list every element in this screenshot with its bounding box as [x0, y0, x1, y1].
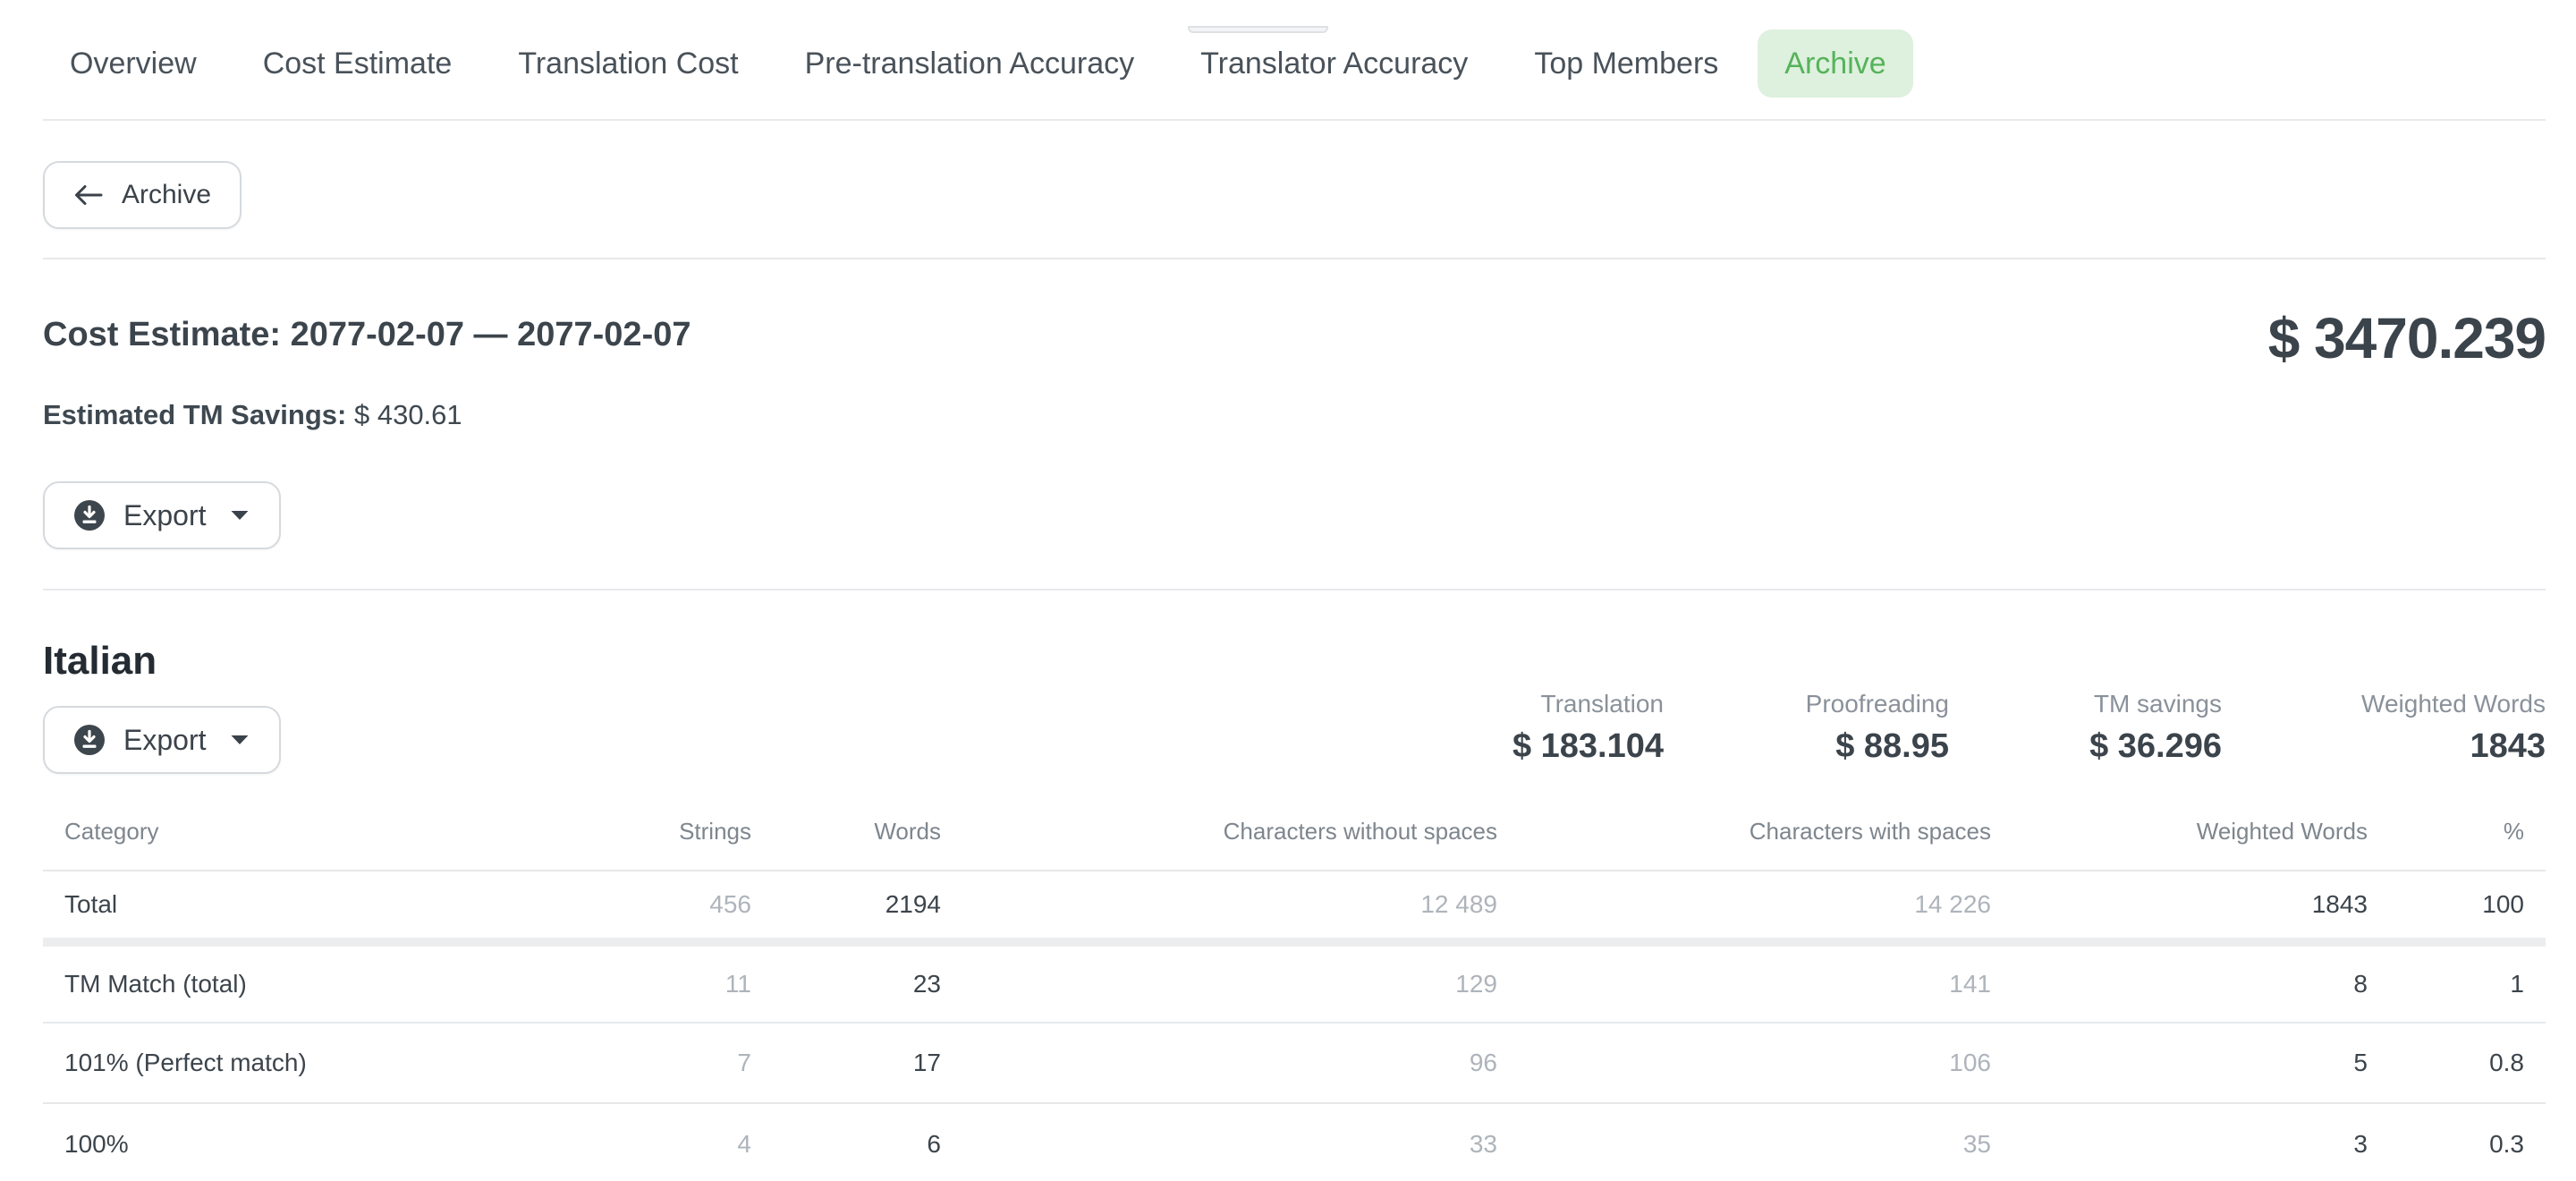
col-strings: Strings	[501, 794, 751, 871]
stat-tm-savings: TM savings $ 36.296	[1949, 688, 2222, 767]
export-button-label: Export	[123, 724, 206, 757]
stat-weighted-words: Weighted Words 1843	[2222, 688, 2546, 767]
tab-top-members[interactable]: Top Members	[1507, 30, 1745, 98]
cell-words: 23	[751, 942, 941, 1023]
download-circle-icon	[73, 499, 106, 531]
cell-strings: 456	[501, 871, 751, 942]
cell-weighted-words: 5	[1991, 1023, 2368, 1103]
report-tabs: Overview Cost Estimate Translation Cost …	[43, 30, 2546, 98]
stat-value: $ 183.104	[1431, 726, 1664, 767]
stat-proofreading: Proofreading $ 88.95	[1664, 688, 1949, 767]
tm-savings-label: Estimated TM Savings:	[43, 399, 346, 430]
cell-characters-without-spaces: 96	[941, 1023, 1497, 1103]
cell-words: 17	[751, 1023, 941, 1103]
cell-category: 100%	[43, 1103, 501, 1181]
tab-translator-accuracy[interactable]: Translator Accuracy	[1174, 30, 1495, 98]
stat-value: $ 88.95	[1664, 726, 1949, 767]
total-cost-value: $ 3470.239	[2268, 313, 2546, 363]
cell-characters-without-spaces: 33	[941, 1103, 1497, 1181]
language-stats: Translation $ 183.104 Proofreading $ 88.…	[1431, 688, 2546, 767]
col-characters-without-spaces: Characters without spaces	[941, 794, 1497, 871]
download-circle-icon	[73, 724, 106, 756]
table-row-100: 100% 4 6 33 35 3 0.3	[43, 1103, 2546, 1181]
tab-overview[interactable]: Overview	[43, 30, 224, 98]
cell-words: 6	[751, 1103, 941, 1181]
tm-savings-value: $ 430.61	[354, 399, 462, 430]
cell-category: TM Match (total)	[43, 942, 501, 1023]
cost-estimate-table: Category Strings Words Characters withou…	[43, 794, 2546, 1181]
export-button-summary[interactable]: Export	[43, 481, 281, 549]
page-title: Cost Estimate: 2077-02-07 — 2077-02-07	[43, 313, 691, 356]
section-divider	[43, 258, 2546, 259]
cell-percent: 100	[2368, 871, 2546, 942]
cell-characters-with-spaces: 35	[1497, 1103, 1991, 1181]
stat-label: Weighted Words	[2222, 688, 2546, 720]
col-weighted-words: Weighted Words	[1991, 794, 2368, 871]
tabs-divider	[43, 119, 2546, 121]
back-to-archive-button[interactable]: Archive	[43, 161, 242, 229]
tab-archive[interactable]: Archive	[1758, 30, 1912, 98]
cell-characters-without-spaces: 129	[941, 942, 1497, 1023]
arrow-left-icon	[73, 183, 104, 207]
cell-category: Total	[43, 871, 501, 942]
back-button-label: Archive	[122, 180, 211, 210]
cell-characters-with-spaces: 106	[1497, 1023, 1991, 1103]
tab-translation-cost[interactable]: Translation Cost	[491, 30, 765, 98]
cell-characters-without-spaces: 12 489	[941, 871, 1497, 942]
stat-label: TM savings	[1949, 688, 2222, 720]
language-title: Italian	[43, 638, 157, 684]
export-button-label: Export	[123, 499, 206, 532]
col-characters-with-spaces: Characters with spaces	[1497, 794, 1991, 871]
chevron-down-icon	[229, 734, 250, 746]
cell-characters-with-spaces: 14 226	[1497, 871, 1991, 942]
table-row-total: Total 456 2194 12 489 14 226 1843 100	[43, 871, 2546, 942]
cell-category: 101% (Perfect match)	[43, 1023, 501, 1103]
col-words: Words	[751, 794, 941, 871]
table-row-tm-match: TM Match (total) 11 23 129 141 8 1	[43, 942, 2546, 1023]
cell-weighted-words: 3	[1991, 1103, 2368, 1181]
cell-percent: 0.8	[2368, 1023, 2546, 1103]
cell-percent: 1	[2368, 942, 2546, 1023]
cell-weighted-words: 8	[1991, 942, 2368, 1023]
col-percent: %	[2368, 794, 2546, 871]
table-header-row: Category Strings Words Characters withou…	[43, 794, 2546, 871]
export-button-italian[interactable]: Export	[43, 706, 281, 774]
stat-label: Translation	[1431, 688, 1664, 720]
stat-translation: Translation $ 183.104	[1431, 688, 1664, 767]
cell-characters-with-spaces: 141	[1497, 942, 1991, 1023]
cell-strings: 4	[501, 1103, 751, 1181]
col-category: Category	[43, 794, 501, 871]
cell-strings: 7	[501, 1023, 751, 1103]
stat-label: Proofreading	[1664, 688, 1949, 720]
table-row-101-perfect-match: 101% (Perfect match) 7 17 96 106 5 0.8	[43, 1023, 2546, 1103]
stat-value: 1843	[2222, 726, 2546, 767]
stat-value: $ 36.296	[1949, 726, 2222, 767]
section-divider	[43, 589, 2546, 590]
tab-pre-translation-accuracy[interactable]: Pre-translation Accuracy	[778, 30, 1162, 98]
cell-weighted-words: 1843	[1991, 871, 2368, 942]
chevron-down-icon	[229, 509, 250, 522]
cell-words: 2194	[751, 871, 941, 942]
tab-cost-estimate[interactable]: Cost Estimate	[236, 30, 479, 98]
cell-strings: 11	[501, 942, 751, 1023]
cell-percent: 0.3	[2368, 1103, 2546, 1181]
